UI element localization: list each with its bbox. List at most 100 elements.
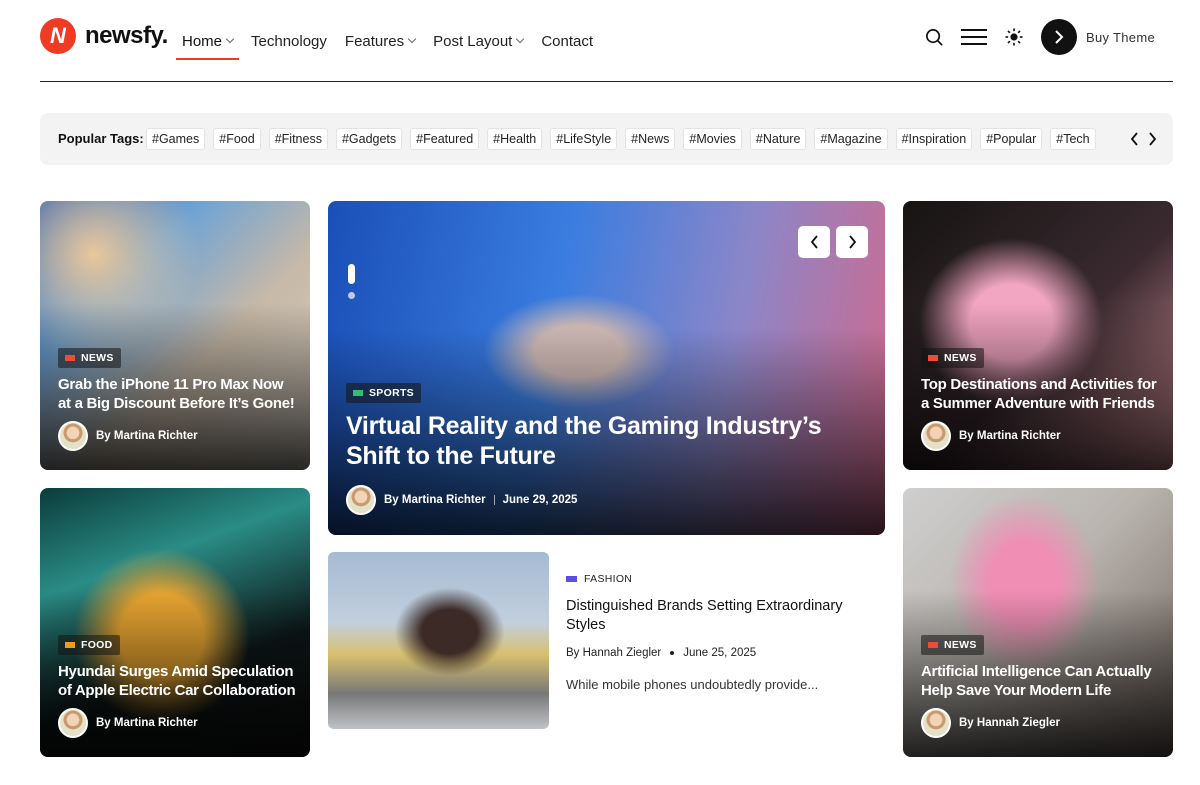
post-title[interactable]: Hyundai Surges Amid Speculation of Apple…	[58, 662, 303, 700]
category-color	[353, 390, 363, 396]
slider-next-button[interactable]	[836, 226, 868, 258]
post-card-destinations[interactable]: NEWS Top Destinations and Activities for…	[903, 201, 1173, 470]
post-fashion-text: FASHION Distinguished Brands Setting Ext…	[566, 552, 876, 692]
author-name: By Martina Richter	[96, 430, 198, 442]
post-card-phone[interactable]: NEWS Grab the iPhone 11 Pro Max Now at a…	[40, 201, 310, 470]
tag-text: Fitness	[281, 132, 322, 146]
search-icon[interactable]	[921, 24, 947, 50]
post-thumbnail-fashion[interactable]	[328, 552, 549, 729]
post-title[interactable]: Top Destinations and Activities for a Su…	[921, 375, 1166, 413]
tag-text: Food	[226, 132, 255, 146]
tag-text: Gadgets	[348, 132, 397, 146]
hamburger-icon[interactable]	[959, 24, 989, 50]
category-color	[566, 576, 577, 582]
sun-icon[interactable]	[1001, 24, 1027, 50]
tag-games[interactable]: #Games	[146, 128, 206, 150]
author-name: By Martina Richter	[959, 430, 1061, 442]
nav-label: Technology	[251, 32, 327, 50]
buy-theme-label: Buy Theme	[1086, 29, 1155, 45]
category-color	[928, 642, 938, 648]
category-label: FASHION	[584, 573, 633, 585]
category-badge[interactable]: FASHION	[566, 573, 876, 585]
post-author[interactable]: By Hannah Ziegler	[921, 708, 1060, 738]
slider-dot-active[interactable]	[348, 264, 355, 284]
post-date: June 25, 2025	[683, 647, 757, 659]
tag-text: Tech	[1063, 132, 1090, 146]
nav-item-features[interactable]: Features	[344, 26, 417, 56]
logo-text: newsfy.	[85, 22, 168, 49]
tag-fitness[interactable]: #Fitness	[268, 128, 328, 150]
post-title[interactable]: Virtual Reality and the Gaming Industry’…	[346, 411, 871, 471]
tag-text: Movies	[696, 132, 736, 146]
chevron-right-icon	[1041, 19, 1078, 55]
chevron-down-icon	[225, 34, 235, 44]
post-title[interactable]: Artificial Intelligence Can Actually Hel…	[921, 662, 1166, 700]
category-color	[65, 355, 75, 361]
tag-tech[interactable]: #Tech	[1050, 128, 1096, 150]
category-label: NEWS	[944, 352, 977, 364]
popular-tags-label: Popular Tags:	[58, 131, 144, 146]
post-author[interactable]: By Martina Richter	[921, 421, 1061, 451]
category-badge[interactable]: NEWS	[58, 348, 121, 368]
post-card-car[interactable]: FOOD Hyundai Surges Amid Speculation of …	[40, 488, 310, 757]
category-color	[65, 642, 75, 648]
nav-label: Features	[344, 32, 405, 50]
logo-mark: N	[40, 18, 76, 54]
category-badge[interactable]: NEWS	[921, 635, 984, 655]
buy-theme-button[interactable]: Buy Theme	[1041, 19, 1155, 55]
tag-popular[interactable]: #Popular	[980, 128, 1043, 150]
avatar	[58, 421, 88, 451]
slider-prev-button[interactable]	[798, 226, 830, 258]
author-name[interactable]: By Hannah Ziegler	[566, 647, 661, 659]
post-title[interactable]: Distinguished Brands Setting Extraordina…	[566, 597, 866, 635]
chevron-down-icon	[516, 34, 525, 44]
author-name[interactable]: By Martina Richter	[384, 494, 486, 506]
category-label: NEWS	[81, 352, 114, 364]
nav-label: Contact	[541, 32, 594, 50]
category-badge[interactable]: SPORTS	[346, 383, 421, 403]
nav-item-post-layout[interactable]: Post Layout	[433, 26, 525, 56]
avatar	[346, 485, 376, 515]
tag-text: Nature	[762, 132, 801, 146]
meta-dot	[670, 651, 675, 655]
site-logo[interactable]: N newsfy.	[40, 18, 168, 54]
post-title[interactable]: Grab the iPhone 11 Pro Max Now at a Big …	[58, 375, 298, 413]
nav-item-contact[interactable]: Contact	[541, 26, 593, 56]
post-card-ai[interactable]: NEWS Artificial Intelligence Can Actuall…	[903, 488, 1173, 757]
post-excerpt: While mobile phones undoubtedly provide.…	[566, 677, 819, 692]
category-label: SPORTS	[369, 387, 414, 399]
nav-item-home[interactable]: Home	[175, 26, 240, 60]
avatar	[921, 708, 951, 738]
post-date: June 29, 2025	[502, 494, 578, 506]
tag-nature[interactable]: #Nature	[749, 128, 807, 150]
main-nav: Home Technology Features Post Layout Con…	[175, 0, 611, 82]
post-meta: By Hannah Ziegler June 25, 2025	[566, 647, 876, 659]
chevron-right-icon[interactable]	[1145, 127, 1159, 151]
tag-scroll-controls	[1127, 127, 1159, 151]
tag-text: LifeStyle	[563, 132, 612, 146]
tag-food[interactable]: #Food	[213, 128, 261, 150]
post-author[interactable]: By Martina Richter	[58, 421, 198, 451]
category-badge[interactable]: NEWS	[921, 348, 984, 368]
tag-list: #Games #Food #Fitness #Gadgets #Featured #Hea…	[146, 128, 1118, 152]
tag-magazine[interactable]: #Magazine	[814, 128, 888, 150]
post-meta: By Martina Richter June 29, 2025	[346, 485, 577, 515]
tag-lifestyle[interactable]: #LifeStyle	[550, 128, 618, 150]
tag-movies[interactable]: #Movies	[683, 128, 742, 150]
tag-featured[interactable]: #Featured	[410, 128, 480, 150]
tag-gadgets[interactable]: #Gadgets	[335, 128, 403, 150]
tag-health[interactable]: #Health	[487, 128, 543, 150]
category-badge[interactable]: FOOD	[58, 635, 120, 655]
category-color	[928, 355, 938, 361]
post-author[interactable]: By Martina Richter	[58, 708, 198, 738]
author-name: By Hannah Ziegler	[959, 717, 1060, 729]
nav-label: Post Layout	[433, 32, 513, 50]
slider-dot[interactable]	[348, 292, 355, 299]
tag-news[interactable]: #News	[625, 128, 676, 150]
site-header: N newsfy. Home Technology Features Post …	[40, 0, 1173, 82]
nav-item-technology[interactable]: Technology	[251, 26, 327, 56]
popular-tags-bar: Popular Tags: #Games #Food #Fitness #Gadget…	[40, 113, 1173, 165]
chevron-left-icon[interactable]	[1127, 127, 1141, 151]
tag-inspiration[interactable]: #Inspiration	[895, 128, 973, 150]
author-name: By Martina Richter	[96, 717, 198, 729]
